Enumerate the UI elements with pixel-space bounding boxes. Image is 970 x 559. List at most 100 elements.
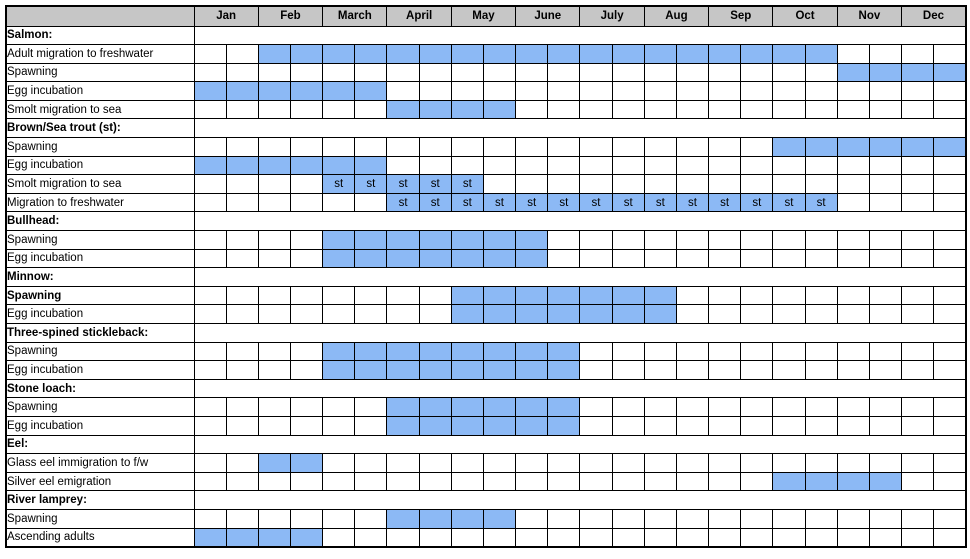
period-cell-empty [675, 62, 710, 83]
period-cell-empty [354, 192, 388, 213]
row-label: Spawning [5, 285, 195, 306]
period-cell-empty [708, 508, 742, 529]
period-cell-empty [257, 248, 291, 269]
period-cell-empty [515, 155, 549, 176]
period-cell-empty [289, 471, 324, 492]
period-cell-active [868, 137, 903, 157]
period-cell-empty [836, 81, 870, 101]
period-cell-empty [418, 137, 452, 157]
period-cell-empty [804, 174, 838, 194]
period-cell-empty [579, 174, 613, 194]
period-cell-empty [515, 471, 549, 492]
period-cell-empty [322, 527, 356, 548]
period-cell-active [836, 471, 870, 492]
period-cell-active [804, 137, 838, 157]
period-cell-empty [547, 230, 581, 250]
period-cell-empty [482, 174, 517, 194]
period-cell-active [643, 285, 677, 306]
period-cell-active [579, 285, 613, 306]
period-cell-empty [225, 360, 259, 380]
period-cell-empty [225, 285, 259, 306]
period-cell-active [643, 44, 677, 64]
row-label: Glass eel immigration to f/w [5, 453, 195, 473]
period-cell-empty [579, 360, 613, 380]
period-cell-empty [354, 285, 388, 306]
period-cell-empty [772, 508, 806, 529]
period-cell-empty [450, 62, 484, 83]
period-cell-empty [225, 453, 259, 473]
period-cell-active [289, 155, 324, 176]
period-cell-empty [804, 285, 838, 306]
period-cell-empty [868, 304, 903, 324]
period-cell-empty [901, 471, 935, 492]
period-cell-empty [515, 174, 549, 194]
period-cell-empty [868, 508, 903, 529]
period-cell-empty [354, 415, 388, 436]
period-cell-active [547, 360, 581, 380]
period-cell-empty [772, 81, 806, 101]
period-cell-empty [225, 62, 259, 83]
period-cell-empty [643, 453, 677, 473]
period-cell-empty [675, 508, 710, 529]
period-cell-empty [643, 137, 677, 157]
period-cell-empty [804, 155, 838, 176]
period-cell-active: st [386, 192, 420, 213]
period-cell-empty [804, 81, 838, 101]
period-cell-empty [804, 453, 838, 473]
period-cell-active [482, 285, 517, 306]
period-cell-empty [933, 81, 967, 101]
period-cell-empty [418, 453, 452, 473]
period-cell-empty [193, 99, 227, 120]
period-cell-empty [257, 304, 291, 324]
period-cell-empty [643, 341, 677, 362]
period-cell-empty [322, 453, 356, 473]
section-row: Stone loach: [5, 378, 967, 399]
period-cell-empty [772, 341, 806, 362]
period-cell-empty [386, 155, 420, 176]
period-cell-active [386, 248, 420, 269]
period-cell-empty [708, 248, 742, 269]
period-cell-active [257, 155, 291, 176]
period-cell-empty [354, 471, 388, 492]
period-cell-empty [740, 99, 774, 120]
period-cell-empty [901, 304, 935, 324]
period-cell-empty [354, 453, 388, 473]
period-cell-empty [933, 397, 967, 417]
period-cell-empty [418, 155, 452, 176]
section-spacer [193, 25, 967, 46]
period-cell-active [418, 99, 452, 120]
period-cell-active [322, 44, 356, 64]
period-cell-empty [804, 230, 838, 250]
period-cell-empty [482, 62, 517, 83]
period-cell-active [354, 230, 388, 250]
period-cell-empty [418, 304, 452, 324]
period-cell-empty [289, 137, 324, 157]
period-cell-active [450, 508, 484, 529]
period-cell-empty [740, 62, 774, 83]
period-cell-empty [193, 285, 227, 306]
period-cell-empty [708, 304, 742, 324]
period-cell-active [386, 397, 420, 417]
period-cell-empty [225, 44, 259, 64]
period-cell-active: st [804, 192, 838, 213]
period-cell-active [193, 527, 227, 548]
period-cell-empty [386, 285, 420, 306]
period-cell-empty [515, 527, 549, 548]
period-cell-empty [643, 415, 677, 436]
period-cell-empty [772, 415, 806, 436]
period-cell-active [257, 527, 291, 548]
period-cell-active [482, 397, 517, 417]
period-cell-active [611, 304, 645, 324]
period-cell-empty [836, 174, 870, 194]
period-cell-empty [901, 360, 935, 380]
period-cell-active [386, 44, 420, 64]
month-header-feb: Feb [257, 5, 324, 27]
period-cell-active [257, 81, 291, 101]
row-label: Migration to freshwater [5, 192, 195, 213]
period-cell-empty [579, 230, 613, 250]
period-cell-empty [611, 230, 645, 250]
period-cell-empty [804, 341, 838, 362]
period-cell-empty [257, 99, 291, 120]
period-cell-empty [450, 471, 484, 492]
activity-row: Egg incubation [5, 81, 967, 101]
